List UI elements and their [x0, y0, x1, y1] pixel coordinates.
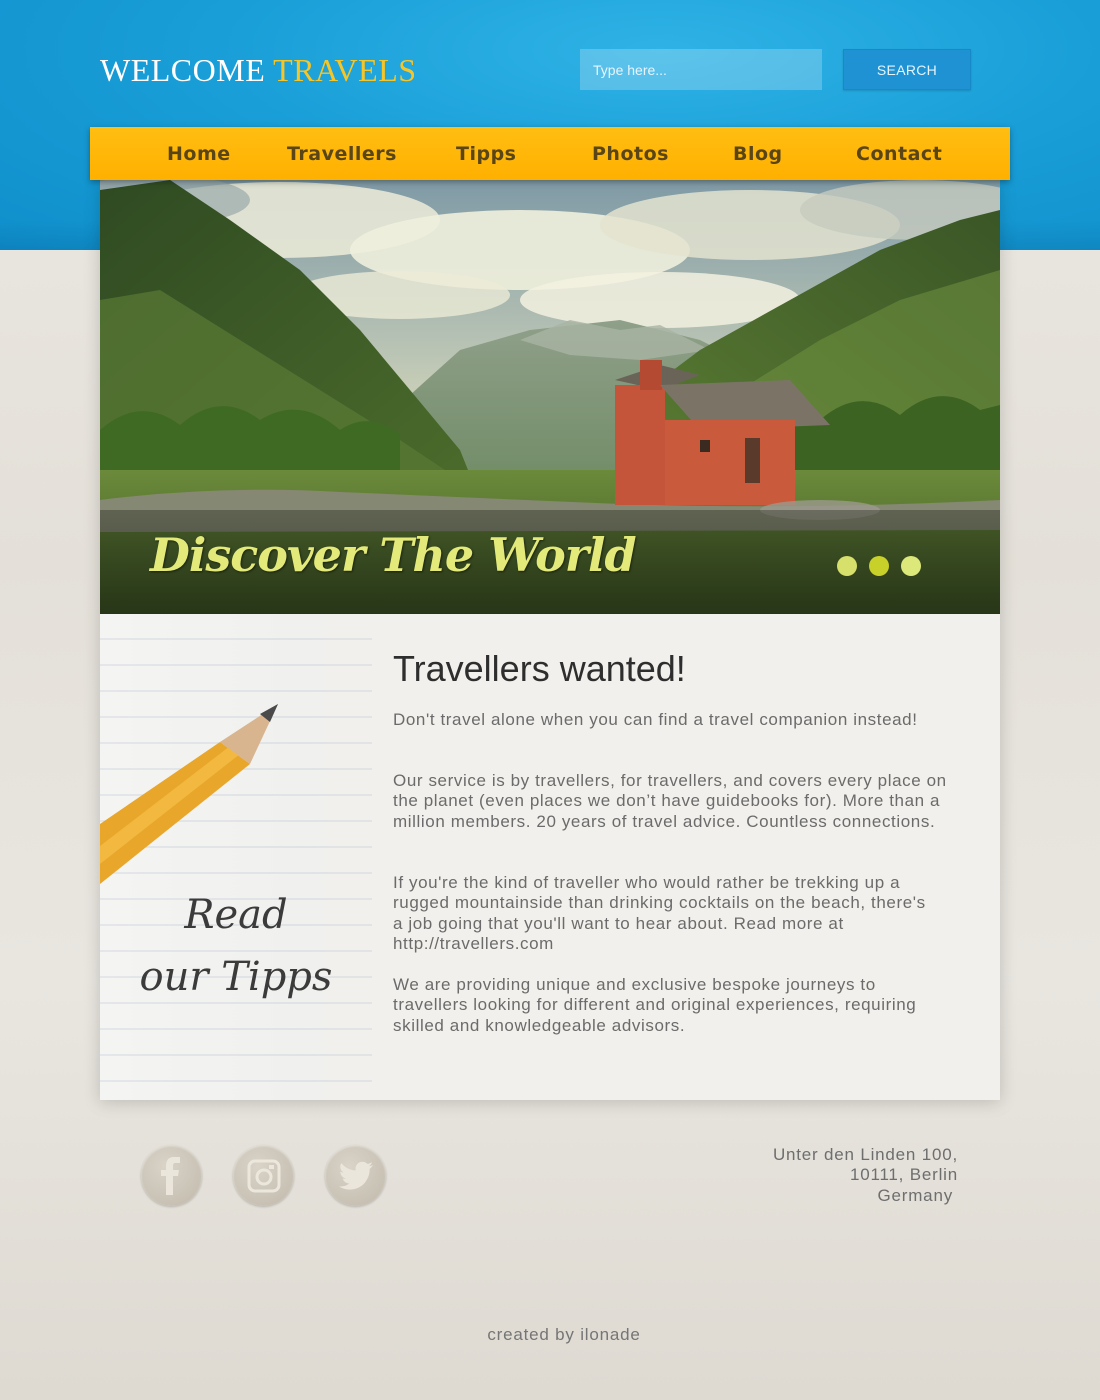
site-logo[interactable]: WELCOME TRAVELS — [100, 52, 417, 89]
read-tipps-line1: Read — [184, 892, 288, 938]
article-paragraph-4: We are providing unique and exclusive be… — [393, 975, 917, 1035]
hero-title: Discover The World — [150, 528, 637, 582]
nav-item-blog[interactable]: Blog — [733, 127, 783, 180]
nav-item-contact[interactable]: Contact — [856, 127, 942, 180]
logo-accent: TRAVELS — [273, 52, 417, 88]
search-button[interactable]: SEARCH — [843, 49, 971, 90]
address-line-3: Germany — [877, 1185, 953, 1205]
article-paragraph-3: If you're the kind of traveller who woul… — [393, 873, 926, 954]
tipps-panel[interactable]: Read our Tipps — [100, 614, 372, 1100]
read-tipps-line2: our Tipps — [139, 954, 333, 1000]
credit-text: created by ilonade — [487, 1325, 641, 1344]
pencil-icon — [100, 704, 278, 884]
article-title: Travellers wanted! — [393, 648, 686, 689]
slider-dot-2[interactable] — [869, 556, 889, 576]
nav-item-home[interactable]: Home — [167, 127, 231, 180]
slider-dot-3[interactable] — [901, 556, 921, 576]
content-card: Discover The World Read our Tipps Travel… — [100, 180, 1000, 1100]
instagram-icon[interactable] — [233, 1145, 294, 1206]
article-paragraph-2: Our service is by travellers, for travel… — [393, 771, 947, 831]
nav-item-tipps[interactable]: Tipps — [456, 127, 516, 180]
search-input[interactable] — [580, 49, 822, 90]
hero-slider: Discover The World — [100, 180, 1000, 614]
article-paragraph-1: Don't travel alone when you can find a t… — [393, 710, 918, 729]
address-line-1: Unter den Linden 100, — [772, 1145, 958, 1164]
main-nav: Home Travellers Tipps Photos Blog Contac… — [90, 127, 1010, 180]
address: Unter den Linden 100, 10111, Berlin Germ… — [773, 1145, 958, 1206]
address-line-2: 10111, Berlin — [849, 1165, 958, 1185]
nav-item-photos[interactable]: Photos — [592, 127, 669, 180]
facebook-icon[interactable] — [141, 1145, 202, 1206]
logo-main: WELCOME — [100, 52, 266, 88]
slider-dot-1[interactable] — [837, 556, 857, 576]
twitter-icon[interactable] — [325, 1145, 386, 1206]
nav-item-travellers[interactable]: Travellers — [287, 127, 397, 180]
